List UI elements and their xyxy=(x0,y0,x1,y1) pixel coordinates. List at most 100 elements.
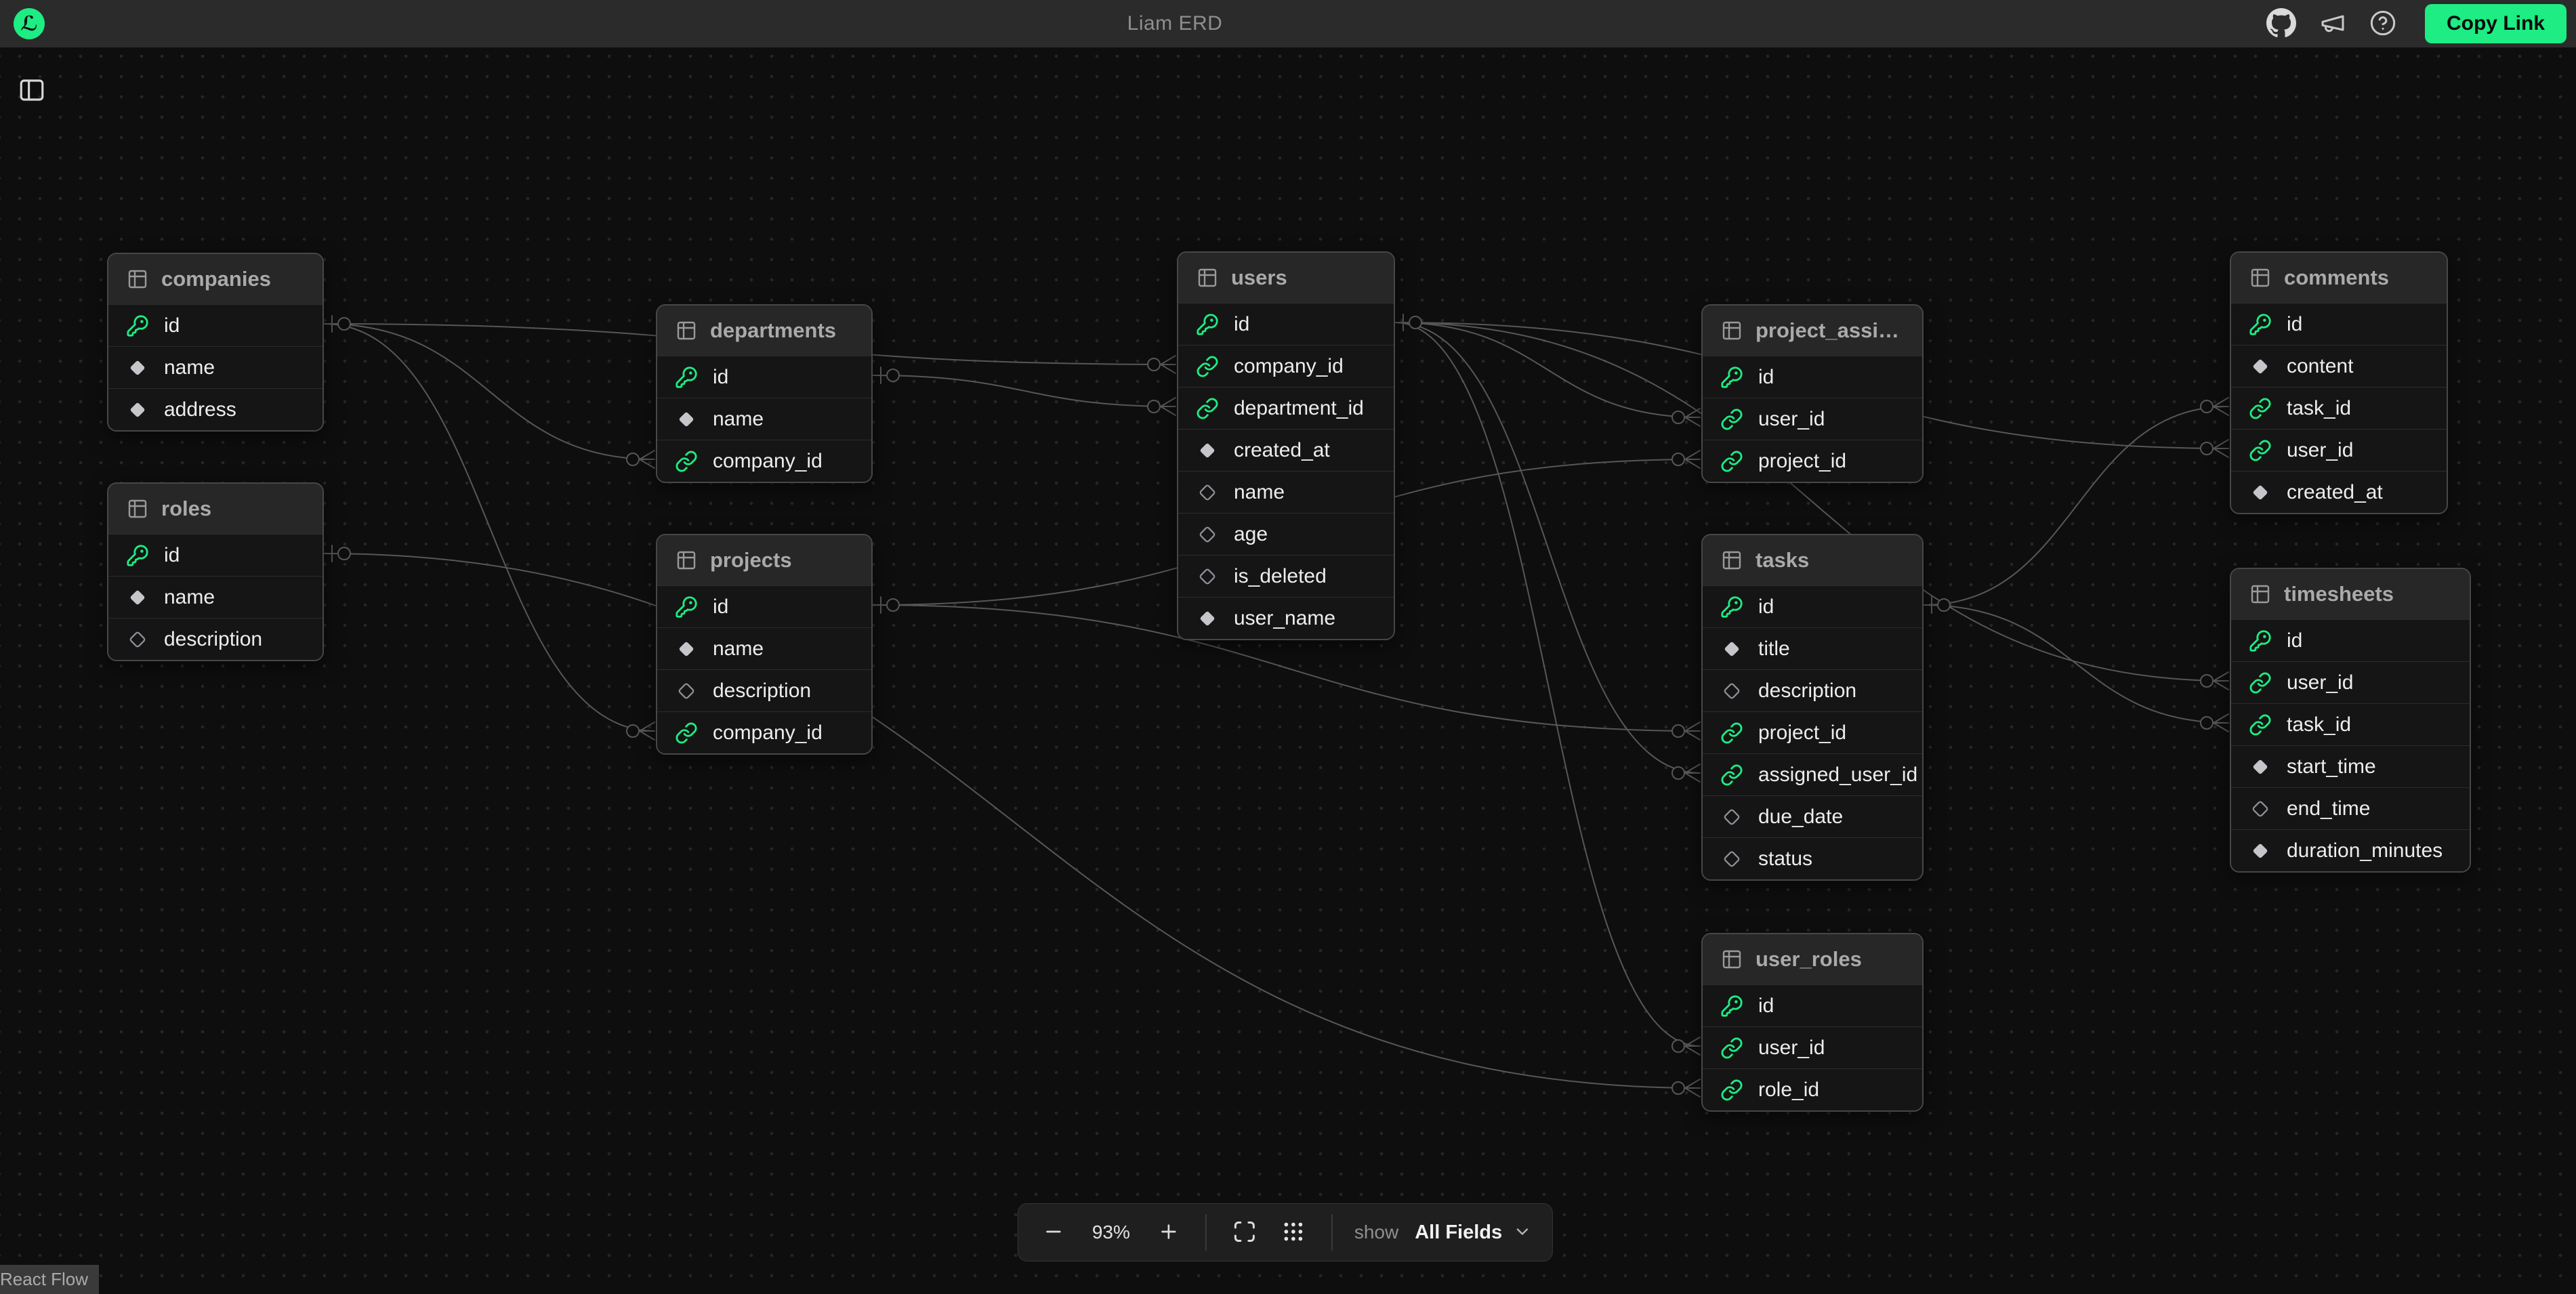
show-mode-select[interactable]: All Fields xyxy=(1415,1222,1532,1244)
relationship-edge xyxy=(1924,605,2228,723)
field-row-user_roles-role_id[interactable]: role_id xyxy=(1703,1068,1922,1110)
table-icon xyxy=(675,549,698,572)
table-header[interactable]: departments xyxy=(657,306,871,356)
field-row-users-department_id[interactable]: department_id xyxy=(1178,387,1394,429)
table-node-tasks[interactable]: tasks idtitle description project_idassigne… xyxy=(1701,534,1924,881)
table-name: user_roles xyxy=(1756,947,1905,972)
field-row-users-name[interactable]: name xyxy=(1178,471,1394,513)
primary-key-icon xyxy=(2249,313,2272,336)
table-node-project_assignments[interactable]: project_assignmentsiduser_idproject_id xyxy=(1701,304,1924,483)
table-node-users[interactable]: usersidcompany_iddepartment_idcreated_at… xyxy=(1177,251,1395,640)
nullable-diamond-icon xyxy=(126,628,149,651)
field-row-timesheets-end_time[interactable]: end_time xyxy=(2231,787,2470,829)
not-null-diamond-icon xyxy=(1720,638,1743,661)
foreign-key-icon xyxy=(1720,450,1743,473)
feedback-button[interactable] xyxy=(2319,9,2346,39)
erd-canvas[interactable]: companiesidnameaddressrolesidnamedescrip… xyxy=(0,0,2576,1294)
field-row-project_assignments-id[interactable]: id xyxy=(1703,356,1922,398)
table-header[interactable]: roles xyxy=(108,484,323,534)
table-header[interactable]: users xyxy=(1178,253,1394,303)
field-name: address xyxy=(164,398,236,421)
field-row-projects-description[interactable]: description xyxy=(657,669,871,711)
table-node-companies[interactable]: companies idname address xyxy=(107,253,324,432)
field-row-companies-address[interactable]: address xyxy=(108,388,323,430)
fit-view-icon xyxy=(1232,1219,1257,1246)
table-header[interactable]: user_roles xyxy=(1703,934,1922,984)
field-name: description xyxy=(1758,680,1856,703)
megaphone-icon xyxy=(2319,9,2346,39)
field-row-departments-name[interactable]: name xyxy=(657,398,871,440)
field-row-tasks-description[interactable]: description xyxy=(1703,669,1922,711)
field-row-users-user_name[interactable]: user_name xyxy=(1178,597,1394,639)
fit-view-button[interactable] xyxy=(1228,1215,1261,1250)
table-header[interactable]: timesheets xyxy=(2231,569,2470,619)
field-row-users-id[interactable]: id xyxy=(1178,303,1394,345)
field-name: user_id xyxy=(2287,671,2353,694)
field-row-timesheets-start_time[interactable]: start_time xyxy=(2231,745,2470,787)
field-row-companies-name[interactable]: name xyxy=(108,346,323,388)
field-row-users-company_id[interactable]: company_id xyxy=(1178,345,1394,387)
table-header[interactable]: comments xyxy=(2231,253,2447,303)
field-row-timesheets-duration_minutes[interactable]: duration_minutes xyxy=(2231,829,2470,871)
table-header[interactable]: projects xyxy=(657,535,871,585)
table-node-timesheets[interactable]: timesheetsid user_id task_idstart_timeend_… xyxy=(2230,568,2471,873)
field-row-roles-description[interactable]: description xyxy=(108,618,323,660)
field-row-projects-name[interactable]: name xyxy=(657,627,871,669)
table-node-departments[interactable]: departmentsidnamecompany_id xyxy=(656,304,873,483)
table-name: tasks xyxy=(1756,548,1905,572)
react-flow-attribution[interactable]: React Flow xyxy=(0,1265,99,1294)
field-row-timesheets-id[interactable]: id xyxy=(2231,619,2470,661)
field-row-users-is_deleted[interactable]: is_deleted xyxy=(1178,555,1394,597)
nullable-diamond-icon xyxy=(1720,806,1743,829)
foreign-key-icon xyxy=(1720,722,1743,745)
liam-logo[interactable]: ℒ xyxy=(14,8,45,39)
field-row-timesheets-user_id[interactable]: user_id xyxy=(2231,661,2470,703)
field-row-roles-name[interactable]: name xyxy=(108,576,323,618)
zoom-out-icon xyxy=(1043,1221,1064,1245)
sidebar-toggle-button[interactable] xyxy=(18,76,46,106)
field-row-comments-user_id[interactable]: user_id xyxy=(2231,429,2447,471)
field-name: name xyxy=(713,638,764,661)
field-row-comments-task_id[interactable]: task_id xyxy=(2231,387,2447,429)
field-row-departments-company_id[interactable]: company_id xyxy=(657,440,871,482)
toolbar-divider xyxy=(1331,1214,1333,1251)
field-row-comments-created_at[interactable]: created_at xyxy=(2231,471,2447,513)
field-row-departments-id[interactable]: id xyxy=(657,356,871,398)
field-row-user_roles-id[interactable]: id xyxy=(1703,984,1922,1026)
help-button[interactable] xyxy=(2369,9,2396,39)
table-node-comments[interactable]: commentsidcontenttask_iduser_idcreated_a… xyxy=(2230,251,2448,514)
field-row-comments-id[interactable]: id xyxy=(2231,303,2447,345)
not-null-diamond-icon xyxy=(2249,481,2272,504)
table-name: companies xyxy=(161,267,305,291)
field-row-projects-id[interactable]: id xyxy=(657,585,871,627)
table-node-roles[interactable]: rolesidnamedescription xyxy=(107,482,324,661)
field-row-project_assignments-user_id[interactable]: user_id xyxy=(1703,398,1922,440)
field-row-tasks-due_date[interactable]: due_date xyxy=(1703,795,1922,837)
field-row-project_assignments-project_id[interactable]: project_id xyxy=(1703,440,1922,482)
table-header[interactable]: project_assignments xyxy=(1703,306,1922,356)
table-header[interactable]: companies xyxy=(108,254,323,304)
field-row-user_roles-user_id[interactable]: user_id xyxy=(1703,1026,1922,1068)
panel-left-icon xyxy=(18,96,46,106)
field-row-roles-id[interactable]: id xyxy=(108,534,323,576)
field-row-users-created_at[interactable]: created_at xyxy=(1178,429,1394,471)
zoom-in-button[interactable] xyxy=(1154,1217,1184,1249)
field-row-timesheets-task_id[interactable]: task_id xyxy=(2231,703,2470,745)
field-row-tasks-title[interactable]: title xyxy=(1703,627,1922,669)
table-node-user_roles[interactable]: user_rolesiduser_idrole_id xyxy=(1701,933,1924,1112)
field-name: due_date xyxy=(1758,806,1843,829)
field-row-tasks-id[interactable]: id xyxy=(1703,585,1922,627)
field-row-companies-id[interactable]: id xyxy=(108,304,323,346)
field-row-tasks-project_id[interactable]: project_id xyxy=(1703,711,1922,753)
github-button[interactable] xyxy=(2266,8,2296,40)
field-row-comments-content[interactable]: content xyxy=(2231,345,2447,387)
field-row-users-age[interactable]: age xyxy=(1178,513,1394,555)
zoom-out-button[interactable] xyxy=(1039,1217,1068,1249)
copy-link-button[interactable]: Copy Link xyxy=(2425,4,2567,43)
field-row-tasks-assigned_user_id[interactable]: assigned_user_id xyxy=(1703,753,1922,795)
field-row-tasks-status[interactable]: status xyxy=(1703,837,1922,879)
tidy-up-button[interactable] xyxy=(1277,1215,1310,1250)
table-header[interactable]: tasks xyxy=(1703,535,1922,585)
field-row-projects-company_id[interactable]: company_id xyxy=(657,711,871,753)
table-node-projects[interactable]: projectsid name descriptioncompany_id xyxy=(656,534,873,755)
